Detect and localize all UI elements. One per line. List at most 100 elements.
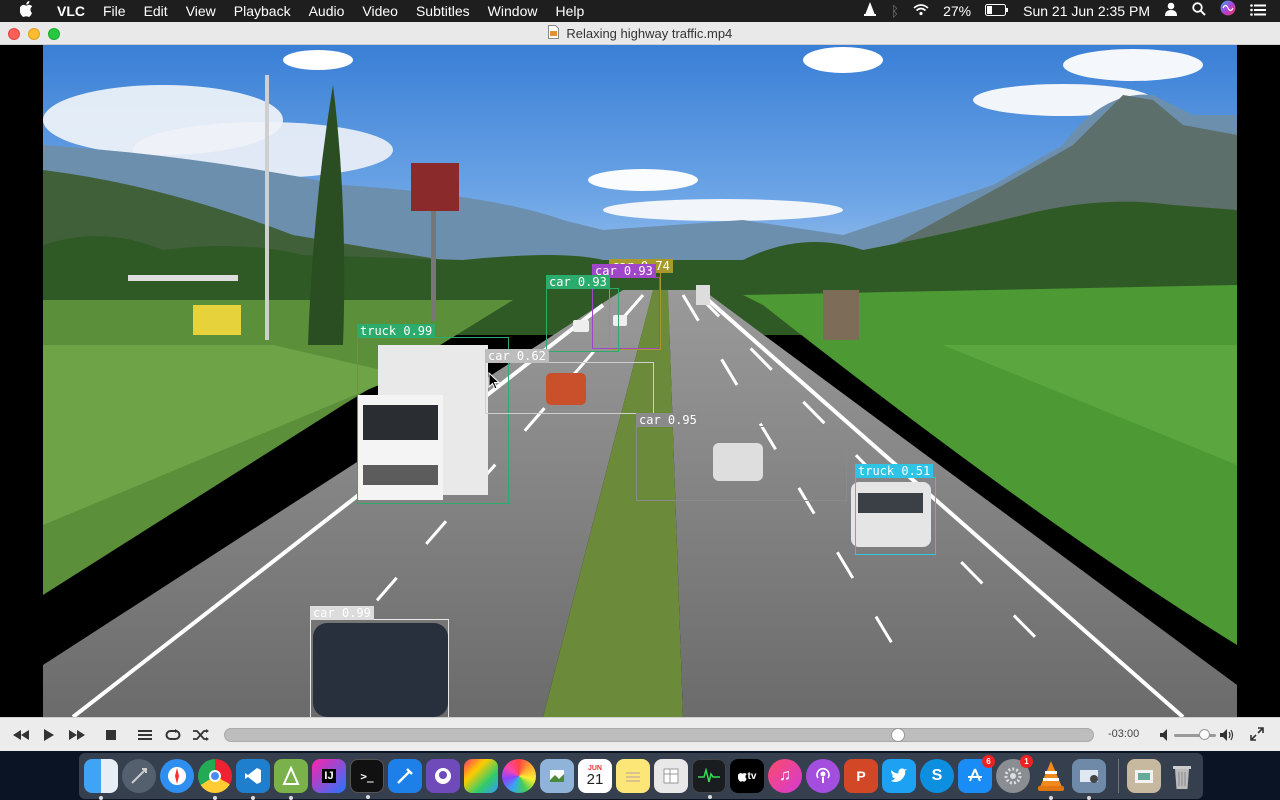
video-viewport[interactable]: car 0.74 car 0.93 car 0.93 truck 0.99 ca… bbox=[0, 45, 1280, 717]
notification-center-icon[interactable] bbox=[1243, 0, 1280, 22]
preview-icon[interactable] bbox=[540, 759, 574, 793]
user-icon[interactable] bbox=[1157, 0, 1185, 22]
window-title: Relaxing highway traffic.mp4 bbox=[566, 26, 733, 41]
seek-knob[interactable] bbox=[891, 728, 905, 742]
menu-subtitles[interactable]: Subtitles bbox=[407, 0, 479, 22]
running-indicator bbox=[213, 796, 217, 800]
vscode-icon[interactable] bbox=[236, 759, 270, 800]
detection-label: truck 0.99 bbox=[357, 324, 436, 338]
running-indicator bbox=[1087, 796, 1091, 800]
shuffle-button[interactable] bbox=[188, 722, 214, 748]
intellij-icon[interactable]: IJ bbox=[312, 759, 346, 793]
terminal-icon[interactable]: >_ bbox=[350, 759, 384, 799]
running-indicator bbox=[366, 795, 370, 799]
volume-knob[interactable] bbox=[1199, 729, 1210, 740]
skype-icon[interactable]: S bbox=[920, 759, 954, 793]
detection-label: car 0.93 bbox=[546, 275, 610, 289]
podcasts-icon[interactable] bbox=[806, 759, 840, 793]
play-button[interactable] bbox=[36, 722, 62, 748]
running-indicator bbox=[251, 796, 255, 800]
menu-audio[interactable]: Audio bbox=[300, 0, 354, 22]
fast-forward-button[interactable] bbox=[64, 722, 90, 748]
trash-icon[interactable] bbox=[1165, 759, 1199, 793]
safari-icon[interactable] bbox=[160, 759, 194, 793]
launchpad-icon[interactable] bbox=[122, 759, 156, 793]
clock[interactable]: Sun 21 Jun 2:35 PM bbox=[1016, 0, 1157, 22]
running-indicator bbox=[289, 796, 293, 800]
menu-bar: VLC File Edit View Playback Audio Video … bbox=[0, 0, 1280, 22]
repeat-button[interactable] bbox=[160, 722, 186, 748]
mouse-cursor-icon bbox=[488, 371, 501, 395]
mute-icon[interactable] bbox=[1160, 728, 1170, 746]
downloads-stack-icon[interactable] bbox=[1127, 759, 1161, 793]
vlc-status-icon[interactable] bbox=[856, 0, 884, 22]
wifi-icon[interactable] bbox=[906, 0, 936, 22]
itunes-icon[interactable]: ♫ bbox=[768, 759, 802, 793]
calendar-day: 21 bbox=[586, 771, 604, 788]
detection-label: car 0.99 bbox=[310, 606, 374, 620]
detection-label: truck 0.51 bbox=[855, 464, 934, 478]
vlc-icon[interactable] bbox=[1034, 759, 1068, 800]
detection-label: car 0.62 bbox=[485, 349, 549, 363]
dock-divider bbox=[1118, 759, 1119, 793]
menu-playback[interactable]: Playback bbox=[225, 0, 300, 22]
notes-icon[interactable] bbox=[616, 759, 650, 793]
app-store-icon[interactable]: 6 bbox=[958, 755, 995, 793]
menu-file[interactable]: File bbox=[94, 0, 135, 22]
playlist-button[interactable] bbox=[132, 722, 158, 748]
menu-window[interactable]: Window bbox=[479, 0, 547, 22]
color-ui-icon[interactable] bbox=[464, 759, 498, 793]
close-window-button[interactable] bbox=[8, 28, 20, 40]
detection-box: truck 0.51 bbox=[855, 464, 936, 555]
finder-icon[interactable] bbox=[84, 759, 118, 800]
battery-percent: 27% bbox=[943, 3, 972, 19]
window-title-bar: Relaxing highway traffic.mp4 bbox=[0, 22, 1280, 45]
volume-max-icon[interactable] bbox=[1220, 728, 1234, 746]
github-desktop-icon[interactable] bbox=[426, 759, 460, 793]
image-capture-icon[interactable] bbox=[1072, 759, 1106, 800]
apple-menu-icon[interactable] bbox=[0, 0, 48, 22]
video-frame: car 0.74 car 0.93 car 0.93 truck 0.99 ca… bbox=[43, 45, 1237, 717]
system-preferences-badge: 1 bbox=[1020, 755, 1033, 768]
apple-tv-icon[interactable]: tv bbox=[730, 759, 764, 793]
detection-label: car 0.95 bbox=[636, 413, 700, 427]
menu-video[interactable]: Video bbox=[353, 0, 407, 22]
running-indicator bbox=[708, 795, 712, 799]
powerpoint-icon[interactable]: P bbox=[844, 759, 878, 793]
siri-icon[interactable] bbox=[1213, 0, 1243, 22]
dock: IJ >_ JUN 21 tv ♫ P S 6 1 bbox=[0, 751, 1280, 800]
running-indicator bbox=[99, 796, 103, 800]
rewind-button[interactable] bbox=[8, 722, 34, 748]
app-menu-vlc[interactable]: VLC bbox=[48, 0, 94, 22]
battery-icon[interactable] bbox=[978, 0, 1016, 22]
photos-icon[interactable] bbox=[502, 759, 536, 793]
bluetooth-icon[interactable]: ᛒ bbox=[884, 0, 906, 22]
menu-help[interactable]: Help bbox=[546, 0, 593, 22]
detection-box: car 0.99 bbox=[310, 606, 449, 717]
chrome-icon[interactable] bbox=[198, 759, 232, 800]
time-remaining[interactable]: -03:00 bbox=[1108, 728, 1139, 740]
system-preferences-icon[interactable]: 1 bbox=[996, 755, 1033, 793]
dock-bar: IJ >_ JUN 21 tv ♫ P S 6 1 bbox=[79, 753, 1203, 800]
xcode-icon[interactable] bbox=[388, 759, 422, 793]
detection-box: car 0.62 bbox=[485, 349, 654, 414]
twitter-icon[interactable] bbox=[882, 759, 916, 793]
menu-edit[interactable]: Edit bbox=[135, 0, 177, 22]
running-indicator bbox=[1049, 796, 1053, 800]
menu-view[interactable]: View bbox=[177, 0, 225, 22]
minimize-window-button[interactable] bbox=[28, 28, 40, 40]
activity-monitor-icon[interactable] bbox=[692, 759, 726, 799]
detection-box: car 0.93 bbox=[546, 275, 619, 352]
android-studio-icon[interactable] bbox=[274, 759, 308, 800]
fullscreen-button[interactable] bbox=[1250, 727, 1264, 746]
spotlight-search-icon[interactable] bbox=[1185, 0, 1213, 22]
media-file-icon bbox=[547, 23, 559, 46]
seek-bar[interactable] bbox=[224, 728, 1094, 742]
volume-slider[interactable] bbox=[1174, 729, 1216, 740]
zoom-window-button[interactable] bbox=[48, 28, 60, 40]
app-store-badge: 6 bbox=[982, 755, 995, 768]
detection-box: car 0.95 bbox=[636, 413, 847, 501]
calendar-icon[interactable]: JUN 21 bbox=[578, 759, 612, 793]
stop-button[interactable] bbox=[98, 722, 124, 748]
numbers-icon[interactable] bbox=[654, 759, 688, 793]
